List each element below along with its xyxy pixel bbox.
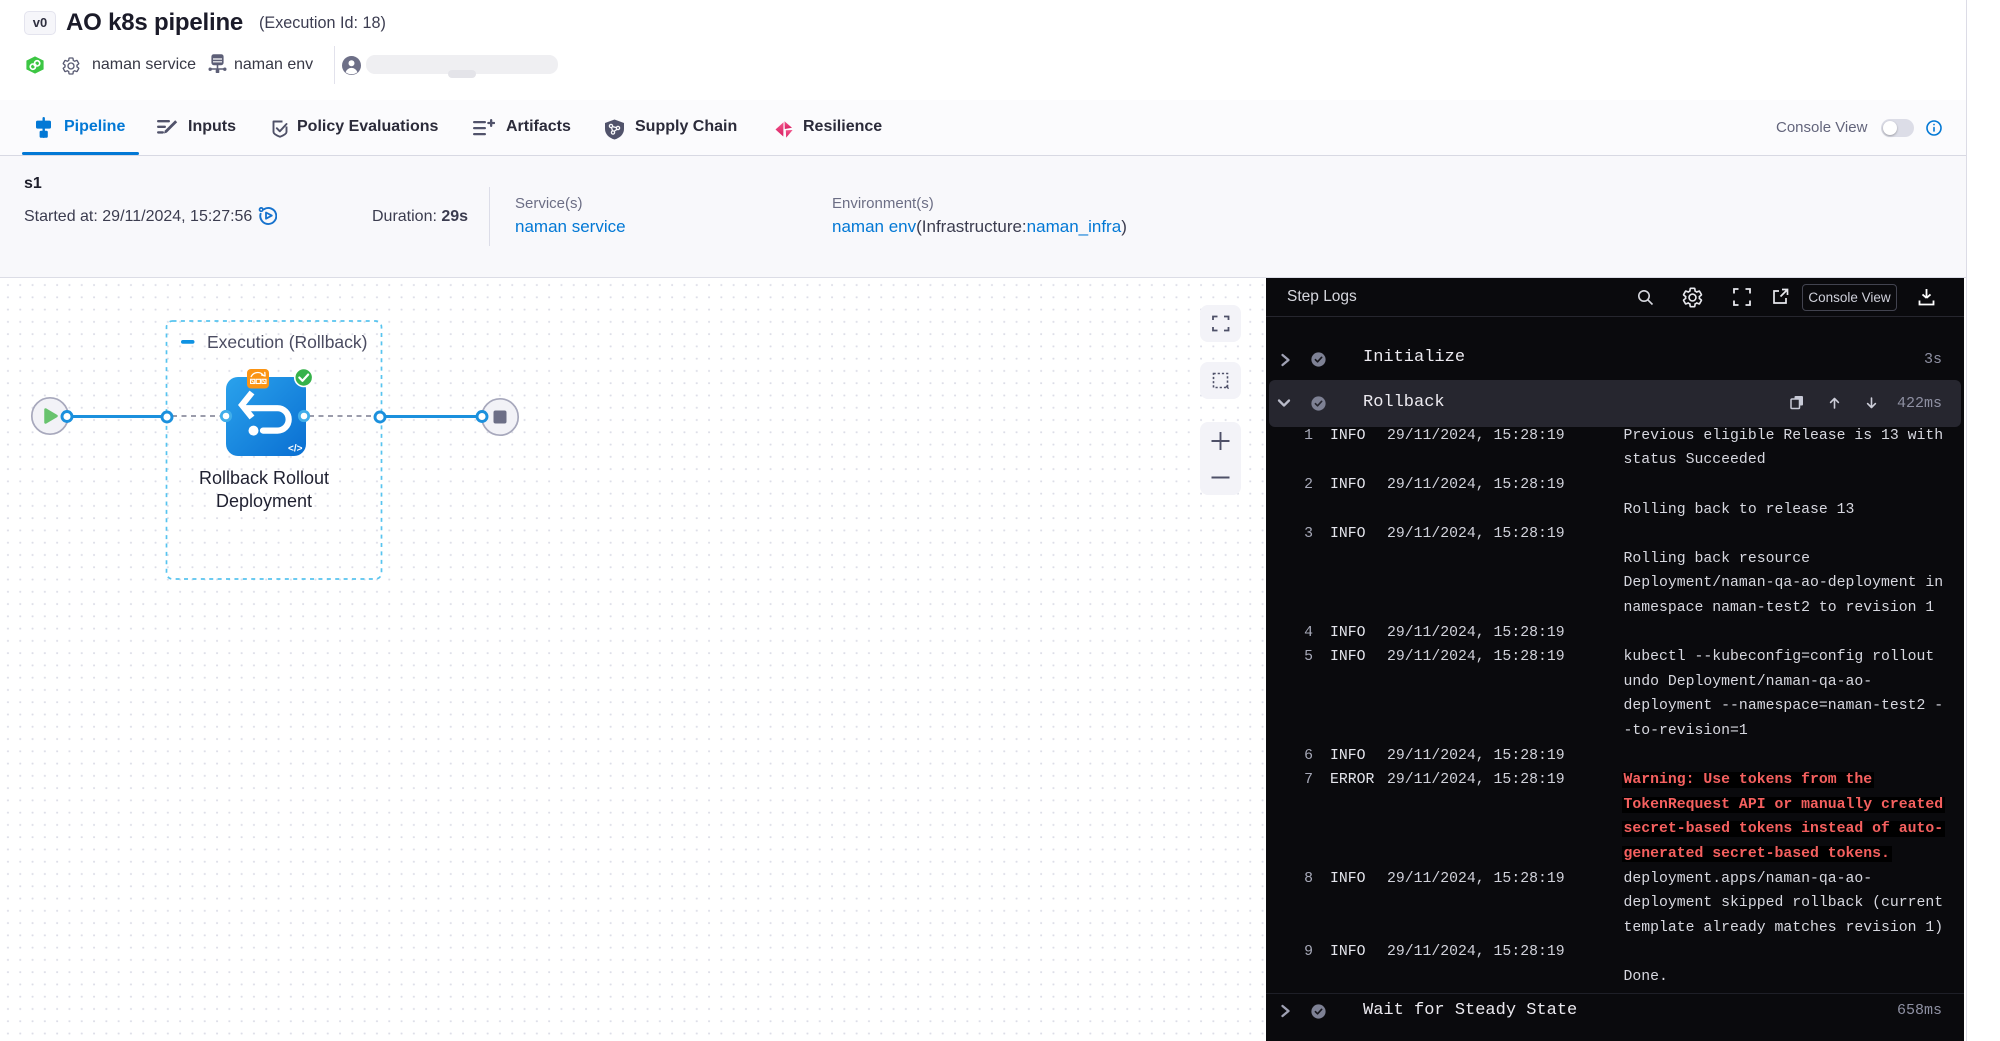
svg-text:</>: </>: [288, 444, 303, 455]
